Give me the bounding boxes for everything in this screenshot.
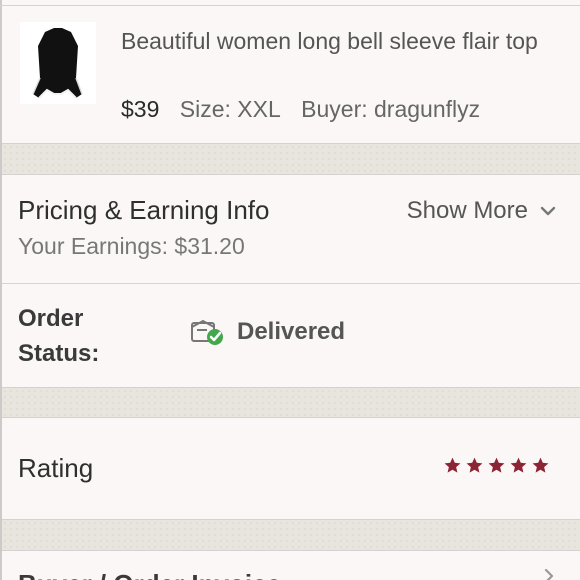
chevron-down-icon [540, 206, 556, 216]
pricing-section: Pricing & Earning Info Your Earnings: $3… [2, 175, 580, 284]
delivery-status: Delivered [189, 315, 345, 349]
delivered-box-icon [191, 319, 223, 345]
section-gap [2, 519, 580, 551]
item-size: Size: XXL [179, 96, 281, 122]
rating-section: Rating [2, 418, 580, 519]
buyer-name[interactable]: Buyer: dragunflyz [301, 96, 480, 122]
next-section-title: Buyer / Order Invoice [18, 569, 281, 580]
item-meta: $39 Size: XXL Buyer: dragunflyz [121, 94, 480, 124]
star-icon [488, 457, 505, 473]
chevron-right-icon [544, 568, 554, 580]
order-details-screen: Beautiful women long bell sleeve flair t… [0, 0, 580, 580]
product-image [20, 22, 96, 104]
pricing-title: Pricing & Earning Info [18, 195, 270, 225]
item-title[interactable]: Beautiful women long bell sleeve flair t… [121, 24, 551, 59]
star-icon [532, 457, 549, 473]
order-status-section: Order Status: Delivered [2, 284, 580, 387]
item-summary: Beautiful women long bell sleeve flair t… [2, 6, 580, 143]
star-icon [510, 457, 527, 473]
next-section[interactable]: Buyer / Order Invoice [2, 551, 580, 580]
order-status-label: Order Status: [18, 305, 100, 367]
rating-label: Rating [18, 453, 94, 483]
show-more-button[interactable]: Show More [407, 197, 558, 225]
star-icon [444, 457, 461, 473]
item-price: $39 [121, 96, 160, 122]
delivery-status-text: Delivered [237, 318, 346, 345]
earnings-text: Your Earnings: $31.20 [18, 233, 245, 259]
product-thumbnail[interactable] [20, 22, 96, 104]
show-more-label: Show More [406, 197, 528, 224]
rating-stars [443, 456, 550, 475]
section-gap [2, 387, 580, 418]
section-gap [2, 143, 580, 175]
star-icon [466, 457, 483, 473]
